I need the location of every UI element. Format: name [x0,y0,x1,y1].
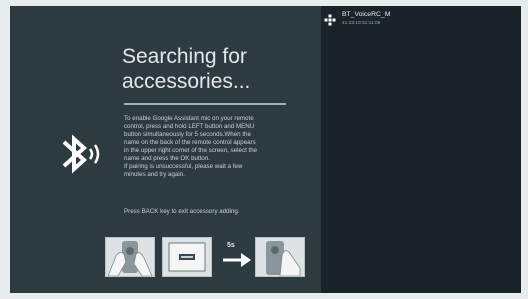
search-progress-fill [124,103,286,105]
search-progress-bar [124,103,286,105]
press-ok-illustration [255,237,305,277]
found-devices-panel [321,6,521,293]
pairing-panel: Searching for accessories... To enable G… [10,6,321,293]
bluetooth-device-icon [324,14,336,26]
remote-hold-illustration [105,237,155,277]
back-hint: Press BACK key to exit accessory adding. [124,208,240,215]
step-timer: 5s [227,242,235,249]
tv-screen: Searching for accessories... To enable G… [10,6,521,293]
bluetooth-icon [62,134,100,174]
remote-hands-icon [107,241,153,277]
screen-name-illustration [162,237,212,277]
pairing-instructions: To enable Google Assistant mic on your r… [124,115,258,178]
pairing-title: Searching for accessories... [122,45,251,93]
hand-press-icon [266,241,301,277]
tv-screen-icon [168,242,206,272]
arrow-right-icon [223,253,251,267]
device-name: BT_VoiceRC_M [342,11,391,18]
device-list-item[interactable]: BT_VoiceRC_M 41:33:10:31:11:08 [322,10,502,34]
device-address: 41:33:10:31:11:08 [342,21,381,26]
